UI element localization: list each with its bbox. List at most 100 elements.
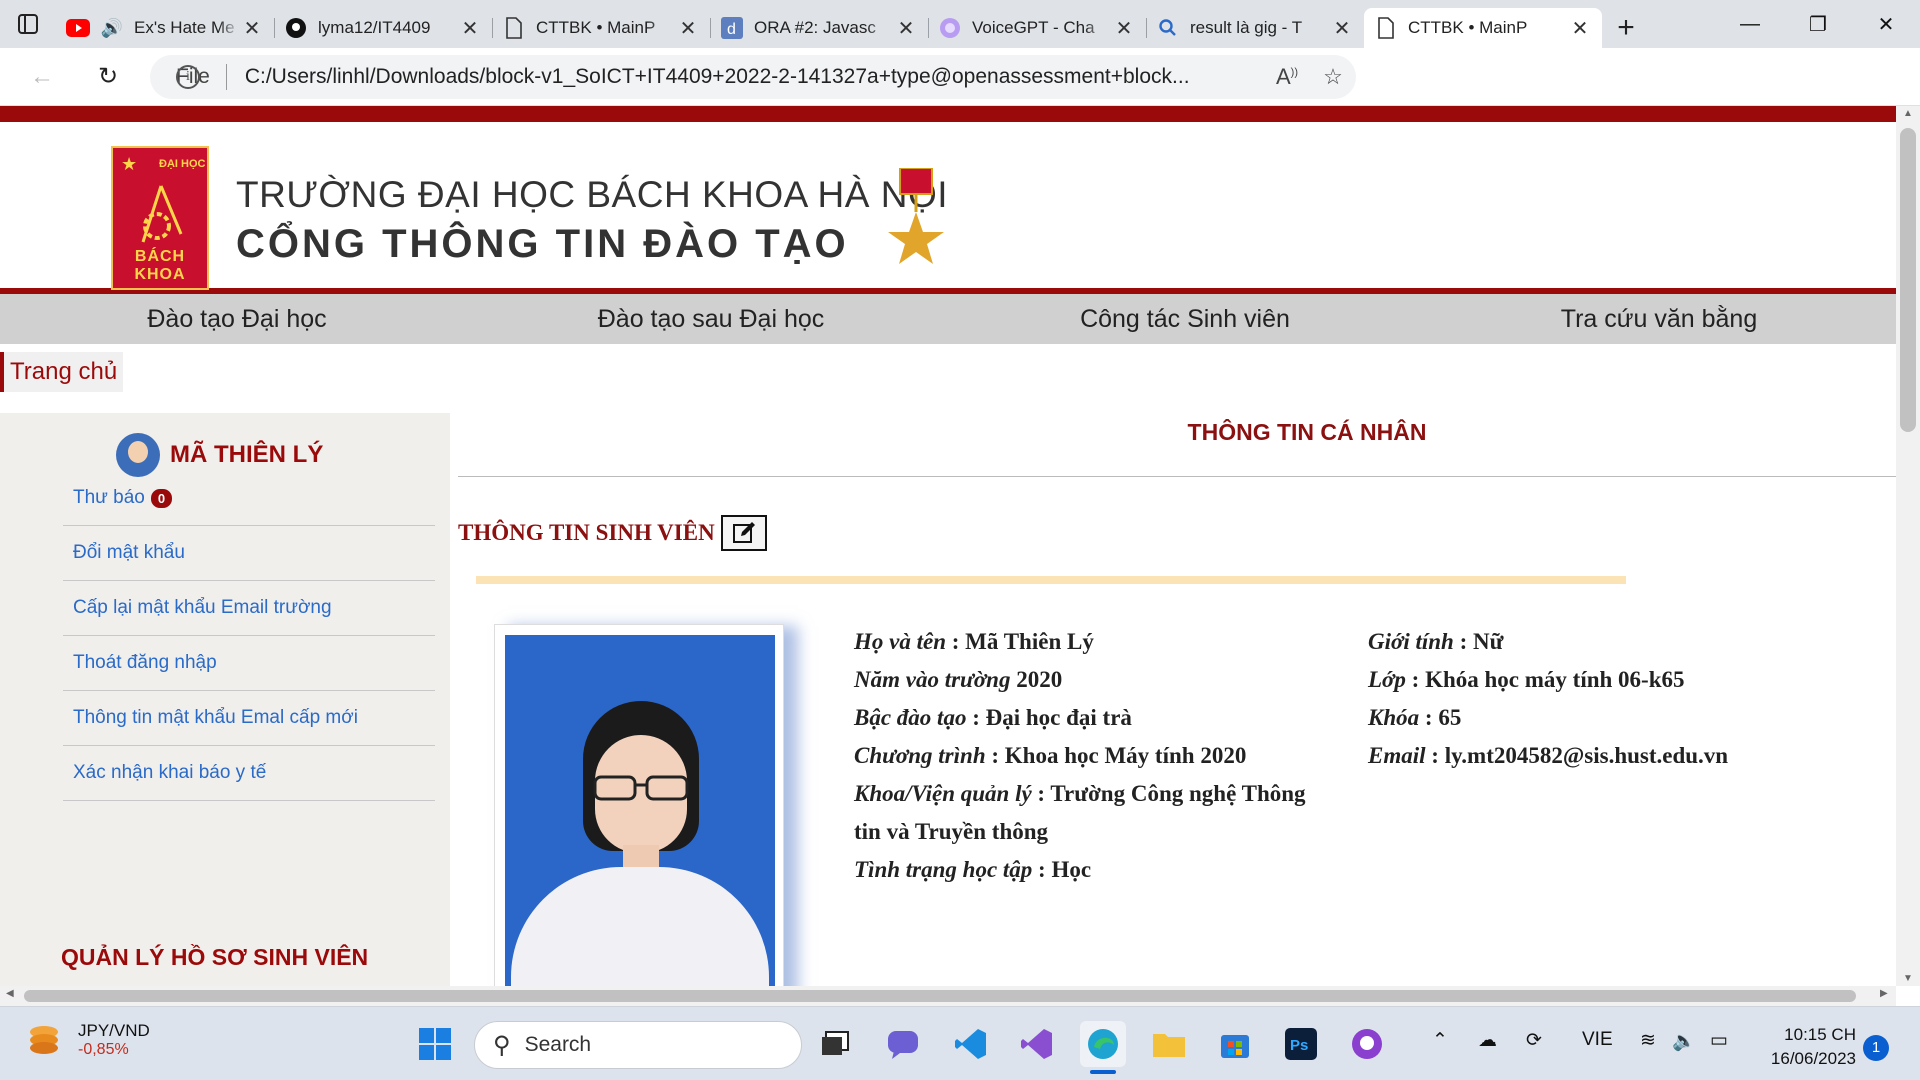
tab-close-button[interactable]: ✕ — [458, 16, 482, 41]
visual-studio-icon[interactable] — [1014, 1021, 1060, 1067]
browser-tab[interactable]: CTTBK • MainP ✕ — [492, 8, 710, 48]
url-text[interactable]: C:/Users/linhl/Downloads/block-v1_SoICT+… — [245, 65, 1264, 89]
tab-close-button[interactable]: ✕ — [240, 16, 264, 41]
compass-gear-icon — [141, 185, 183, 243]
volume-icon[interactable]: 🔈 — [1672, 1029, 1696, 1053]
browser-tab[interactable]: lyma12/IT4409 ✕ — [274, 8, 492, 48]
gold-divider — [476, 576, 1626, 584]
edit-button[interactable] — [720, 515, 767, 551]
youtube-icon — [66, 16, 90, 40]
tab-close-button[interactable]: ✕ — [1568, 16, 1592, 41]
info-row-program: Chương trình : Khoa học Máy tính 2020 — [854, 737, 1334, 775]
info-separator: : — [1031, 781, 1051, 806]
university-logo[interactable]: ★ ĐẠI HỌC BÁCH KHOA — [111, 146, 209, 290]
system-clock[interactable]: 10:15 CH 16/06/2023 — [1762, 1023, 1856, 1071]
info-label: Bậc đào tạo — [854, 705, 967, 730]
scroll-up-arrow[interactable]: ▲ — [1896, 108, 1920, 119]
speaker-icon[interactable]: 🔊 — [100, 16, 124, 40]
scroll-down-arrow[interactable]: ▼ — [1896, 973, 1920, 984]
close-window-button[interactable]: ✕ — [1852, 0, 1920, 48]
tab-close-button[interactable]: ✕ — [676, 16, 700, 41]
info-label: Năm vào trường — [854, 667, 1011, 692]
student-info-heading: THÔNG TIN SINH VIÊN — [458, 515, 767, 551]
weather-ticker-widget[interactable]: JPY/VND -0,85% — [26, 1021, 150, 1059]
photo-shirt — [511, 867, 769, 986]
nav-item-undergraduate[interactable]: Đào tạo Đại học — [0, 294, 474, 344]
notification-count-badge[interactable]: 1 — [1863, 1035, 1889, 1061]
scroll-thumb[interactable] — [1900, 128, 1916, 432]
info-value: Khoa học Máy tính 2020 — [1004, 743, 1247, 768]
microsoft-store-icon[interactable] — [1212, 1021, 1258, 1067]
favorite-star-icon[interactable]: ☆ — [1310, 64, 1356, 90]
svg-text:d: d — [727, 21, 736, 38]
teams-chat-icon[interactable] — [880, 1021, 926, 1067]
info-icon[interactable]: i — [176, 65, 200, 89]
github-desktop-icon[interactable] — [1344, 1021, 1390, 1067]
student-photo — [505, 635, 775, 986]
task-view-icon[interactable] — [812, 1021, 858, 1067]
tab-actions-menu-button[interactable] — [0, 0, 56, 48]
coins-icon — [30, 1026, 58, 1054]
logo-text-top: ĐẠI HỌC — [159, 158, 206, 170]
nav-item-diploma-lookup[interactable]: Tra cứu văn bằng — [1422, 294, 1896, 344]
info-label: Khóa — [1368, 705, 1420, 730]
vertical-scrollbar[interactable]: ▲ ▼ — [1896, 106, 1920, 986]
breadcrumb-home[interactable]: Trang chủ — [0, 352, 124, 392]
sidebar-item-inbox[interactable]: Thư báo 0 — [63, 471, 435, 526]
nav-item-postgraduate[interactable]: Đào tạo sau Đại học — [474, 294, 948, 344]
info-label: Tình trạng học tập — [854, 857, 1033, 882]
sidebar-item-label: Thư báo — [73, 487, 145, 508]
edge-browser-icon[interactable] — [1080, 1021, 1126, 1067]
tab-strip: 🔊 Ex's Hate Me ✕ lyma12/IT4409 ✕ CTTBK •… — [0, 0, 1920, 48]
search-icon — [1156, 16, 1180, 40]
nav-item-student-affairs[interactable]: Công tác Sinh viên — [948, 294, 1422, 344]
site-header: ★ ĐẠI HỌC BÁCH KHOA TRƯỜNG ĐẠI HỌC BÁCH … — [0, 122, 1896, 290]
tab-close-button[interactable]: ✕ — [1330, 16, 1354, 41]
reload-button[interactable]: ↻ — [82, 55, 134, 99]
document-icon — [502, 16, 526, 40]
address-bar[interactable]: i File C:/Users/linhl/Downloads/block-v1… — [150, 55, 1356, 99]
student-info-left: Họ và tên : Mã Thiên Lý Năm vào trường 2… — [854, 623, 1334, 889]
tab-close-button[interactable]: ✕ — [1112, 16, 1136, 41]
windows-start-icon[interactable] — [412, 1021, 458, 1067]
new-tab-button[interactable]: + — [1602, 8, 1650, 48]
taskbar-search[interactable]: ⚲ Search — [474, 1021, 802, 1069]
sidebar-item-health-declaration[interactable]: Xác nhận khai báo y tế — [63, 746, 435, 801]
horizontal-scrollbar[interactable]: ◀ ▶ — [0, 986, 1896, 1006]
tab-title: result là gig - T — [1190, 18, 1303, 37]
sync-icon[interactable]: ⟳ — [1526, 1029, 1542, 1052]
photo-glasses — [593, 775, 689, 801]
file-explorer-icon[interactable] — [1146, 1021, 1192, 1067]
back-button[interactable]: ← — [16, 55, 68, 99]
info-row-email: Email : ly.mt204582@sis.hust.edu.vn — [1368, 737, 1888, 775]
search-icon: ⚲ — [493, 1031, 511, 1059]
read-aloud-icon[interactable]: A)) — [1264, 64, 1310, 90]
sidebar-item-change-password[interactable]: Đổi mật khẩu — [63, 526, 435, 581]
onedrive-cloud-icon[interactable]: ☁ — [1478, 1029, 1497, 1052]
vscode-icon[interactable] — [948, 1021, 994, 1067]
scroll-right-arrow[interactable]: ▶ — [1880, 988, 1888, 999]
minimize-button[interactable]: — — [1716, 0, 1784, 48]
browser-tab-active[interactable]: CTTBK • MainP ✕ — [1364, 8, 1602, 48]
scroll-left-arrow[interactable]: ◀ — [6, 988, 14, 999]
battery-icon[interactable]: ▭ — [1710, 1029, 1728, 1052]
tab-close-button[interactable]: ✕ — [894, 16, 918, 41]
email-link[interactable]: ly.mt204582@sis.hust.edu.vn — [1445, 743, 1728, 768]
browser-tab[interactable]: VoiceGPT - Cha ✕ — [928, 8, 1146, 48]
tab-title: Ex's Hate Me — [134, 18, 235, 37]
sidebar-item-logout[interactable]: Thoát đăng nhập — [63, 636, 435, 691]
restore-button[interactable]: ❐ — [1784, 0, 1852, 48]
search-placeholder: Search — [524, 1033, 592, 1056]
browser-tab[interactable]: 🔊 Ex's Hate Me ✕ — [56, 8, 274, 48]
browser-tab[interactable]: d ORA #2: Javasc ✕ — [710, 8, 928, 48]
scroll-thumb[interactable] — [24, 990, 1856, 1002]
sidebar-item-new-email-password[interactable]: Thông tin mật khẩu Emal cấp mới — [63, 691, 435, 746]
input-language[interactable]: VIE — [1582, 1029, 1613, 1051]
wifi-icon[interactable]: ≋ — [1640, 1029, 1656, 1052]
show-hidden-icons-chevron[interactable]: ⌃ — [1432, 1029, 1448, 1052]
info-value: 65 — [1438, 705, 1462, 730]
portal-name: CỔNG THÔNG TIN ĐÀO TẠO — [236, 222, 849, 266]
sidebar-item-reset-email-password[interactable]: Cấp lại mật khẩu Email trường — [63, 581, 435, 636]
photoshop-icon[interactable]: Ps — [1278, 1021, 1324, 1067]
browser-tab[interactable]: result là gig - T ✕ — [1146, 8, 1364, 48]
